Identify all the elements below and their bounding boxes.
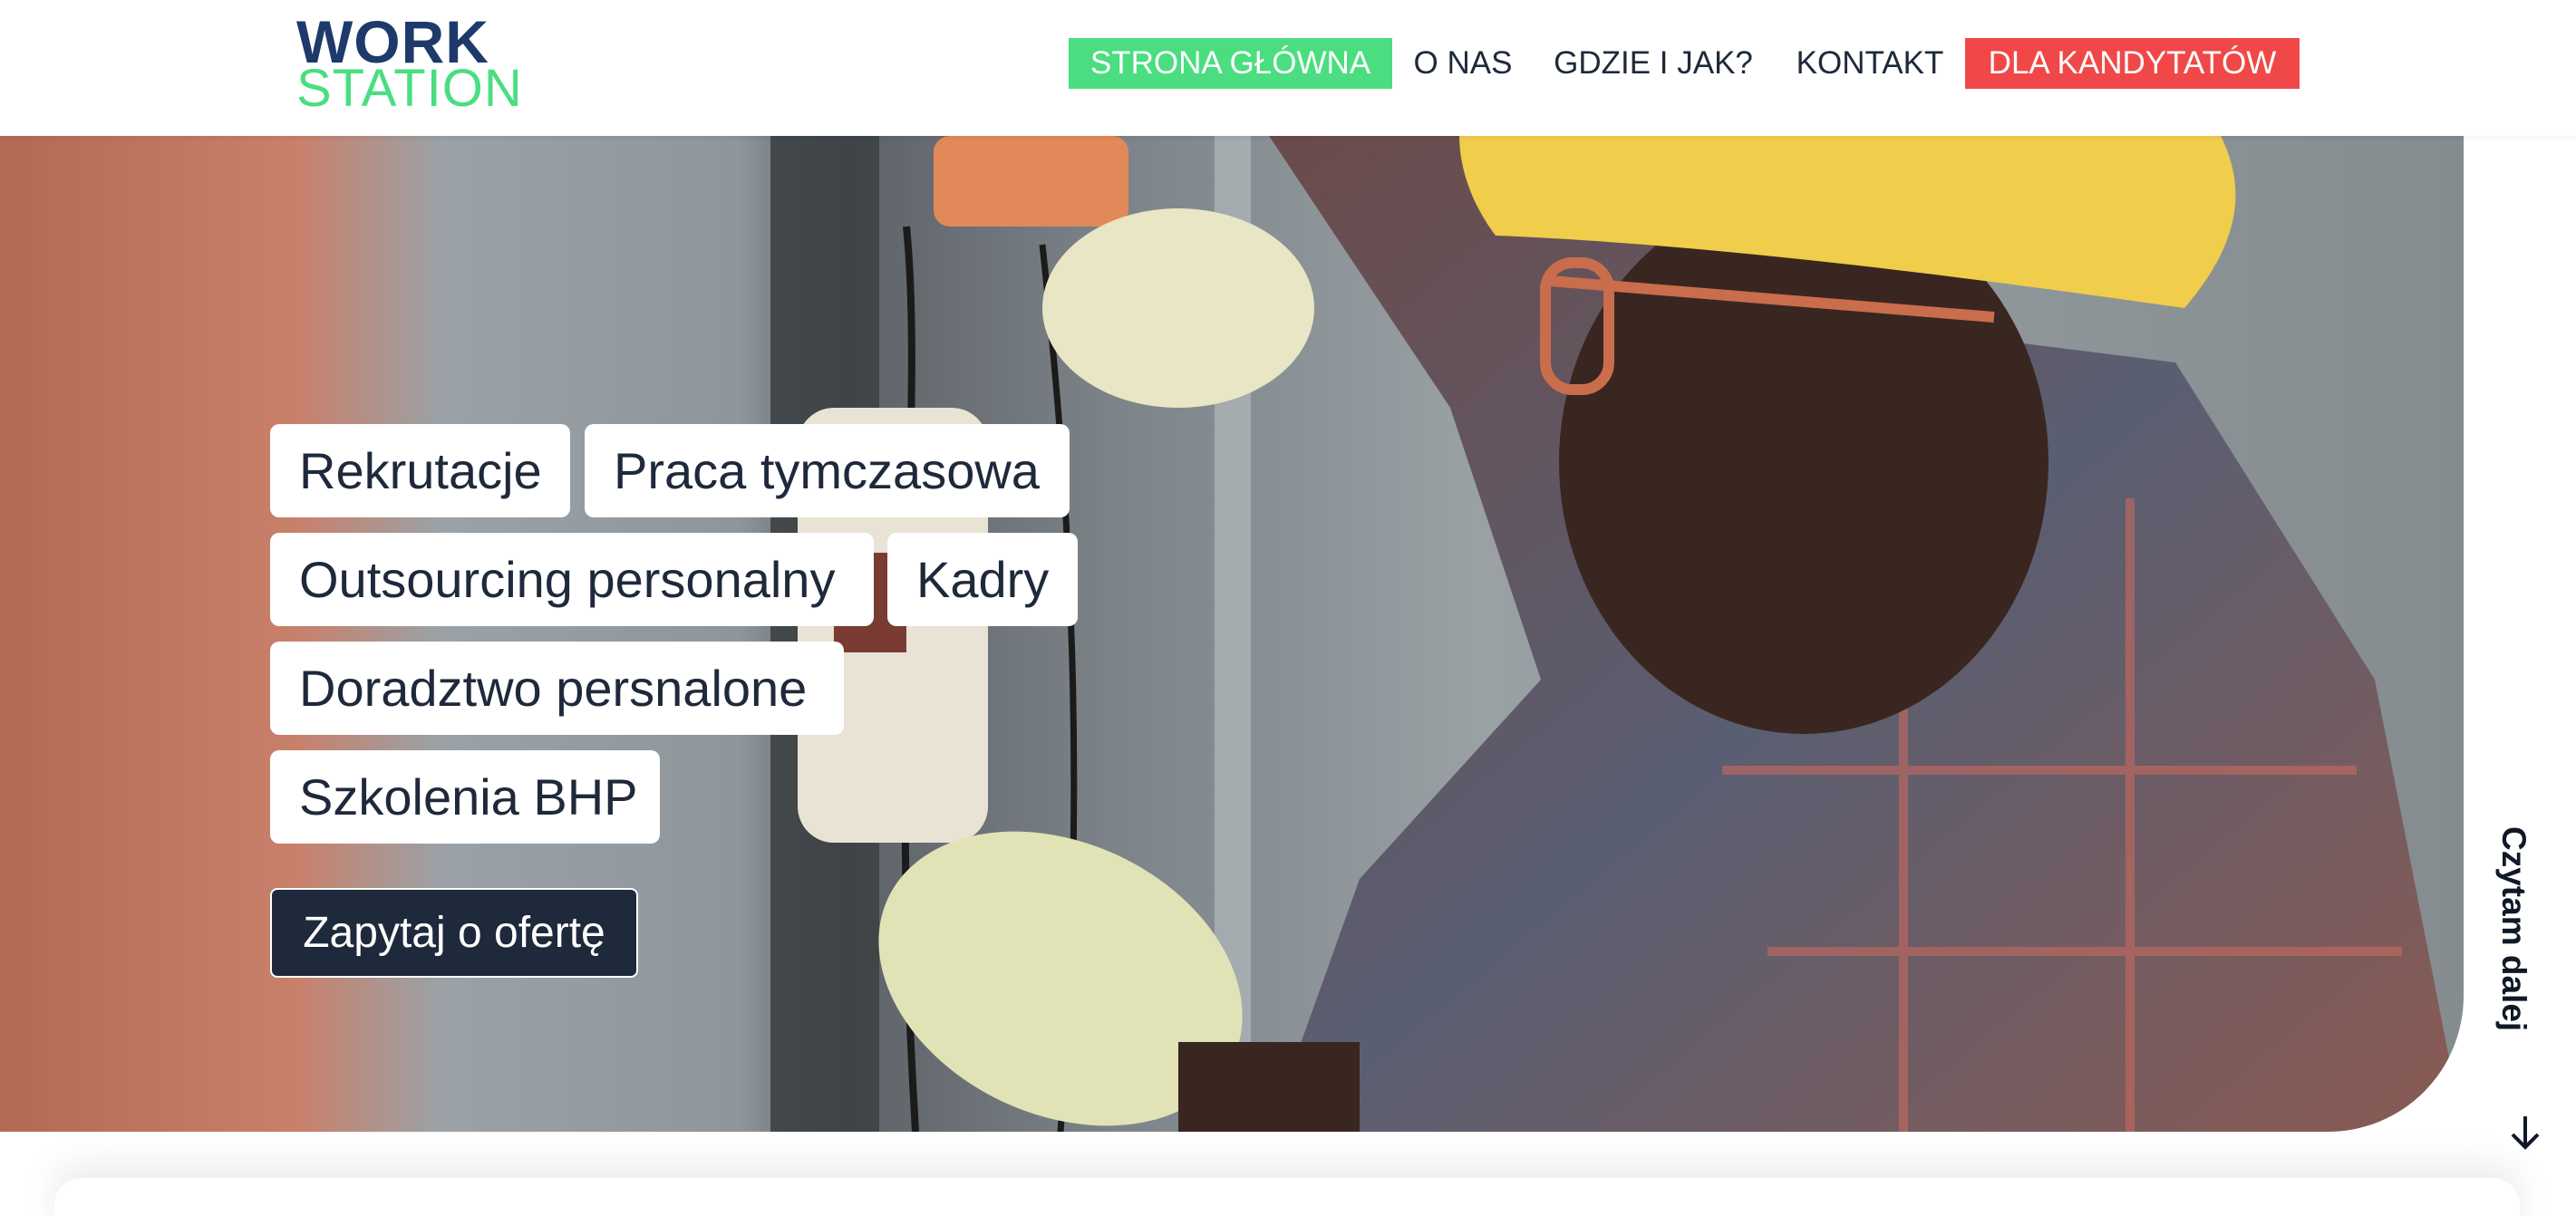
read-more-label: Czytam dalej <box>2495 826 2532 1032</box>
nav-item-candidates[interactable]: DLA KANDYTATÓW <box>1965 38 2300 89</box>
ask-for-offer-button[interactable]: Zapytaj o ofertę <box>270 888 638 978</box>
hero-photo <box>0 136 2464 1132</box>
main-nav: STRONA GŁÓWNA O NAS GDZIE I JAK? KONTAKT… <box>0 38 2576 89</box>
service-chip-outsourcing[interactable]: Outsourcing personalny <box>270 533 874 626</box>
nav-item-where-how[interactable]: GDZIE I JAK? <box>1545 38 1762 89</box>
read-more-link[interactable]: Czytam dalej <box>2494 826 2549 1044</box>
service-chip-recruitment[interactable]: Rekrutacje <box>270 424 570 517</box>
service-chip-temporary-work[interactable]: Praca tymczasowa <box>585 424 1070 517</box>
nav-item-about[interactable]: O NAS <box>1401 38 1525 89</box>
page: WORK STATION STRONA GŁÓWNA O NAS GDZIE I… <box>0 0 2576 1216</box>
arrow-down-icon[interactable] <box>2507 1113 2543 1153</box>
next-section-card <box>54 1178 2520 1216</box>
service-chip-consulting[interactable]: Doradztwo persnalone <box>270 642 844 735</box>
nav-item-home[interactable]: STRONA GŁÓWNA <box>1069 38 1392 89</box>
site-header: WORK STATION STRONA GŁÓWNA O NAS GDZIE I… <box>0 0 2576 136</box>
service-chip-hr[interactable]: Kadry <box>887 533 1078 626</box>
service-chip-bhp-training[interactable]: Szkolenia BHP <box>270 750 660 844</box>
hero-section: Rekrutacje Praca tymczasowa Outsourcing … <box>0 136 2464 1132</box>
nav-item-contact[interactable]: KONTAKT <box>1782 38 1958 89</box>
